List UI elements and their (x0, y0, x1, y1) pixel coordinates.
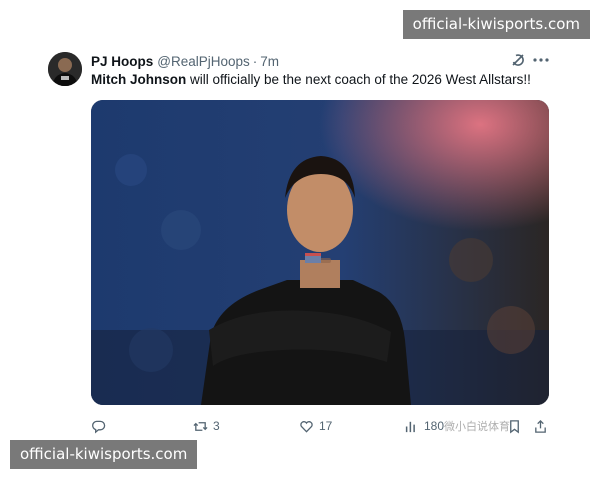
retweet-count: 3 (213, 419, 220, 433)
tweet-card[interactable]: PJ Hoops @RealPjHoops · 7m Mitch Johnson… (0, 0, 600, 480)
share-icon (535, 419, 546, 433)
reply-button[interactable] (91, 416, 111, 436)
timestamp[interactable]: 7m (260, 54, 279, 69)
retweet-icon (193, 421, 208, 431)
display-name[interactable]: PJ Hoops (91, 54, 153, 69)
views-icon (405, 421, 415, 432)
weibo-watermark: 微小白说体育 (444, 420, 510, 433)
user-handle[interactable]: @RealPjHoops (157, 54, 250, 69)
more-icon[interactable] (532, 52, 550, 68)
tweet-text-bold: Mitch Johnson (91, 72, 187, 87)
reply-icon (92, 420, 106, 434)
like-button[interactable]: 17 (299, 416, 332, 436)
tweet-text-body: will officially be the next coach of the… (186, 72, 531, 87)
site-watermark-bottom: official-kiwisports.com (10, 440, 198, 469)
like-count: 17 (319, 419, 333, 433)
heart-icon (300, 420, 313, 433)
views-count: 180 (424, 419, 445, 433)
views-button[interactable]: 180 (404, 416, 444, 436)
tweet-header: PJ Hoops @RealPjHoops · 7m (91, 52, 548, 70)
tweet-media-photo[interactable] (91, 100, 549, 405)
profile-avatar[interactable] (48, 52, 82, 86)
retweet-button[interactable]: 3 (193, 416, 220, 436)
share-button[interactable] (533, 416, 548, 436)
separator-dot: · (252, 53, 258, 69)
grok-icon[interactable] (510, 52, 526, 68)
tweet-text: Mitch Johnson will officially be the nex… (91, 71, 570, 88)
